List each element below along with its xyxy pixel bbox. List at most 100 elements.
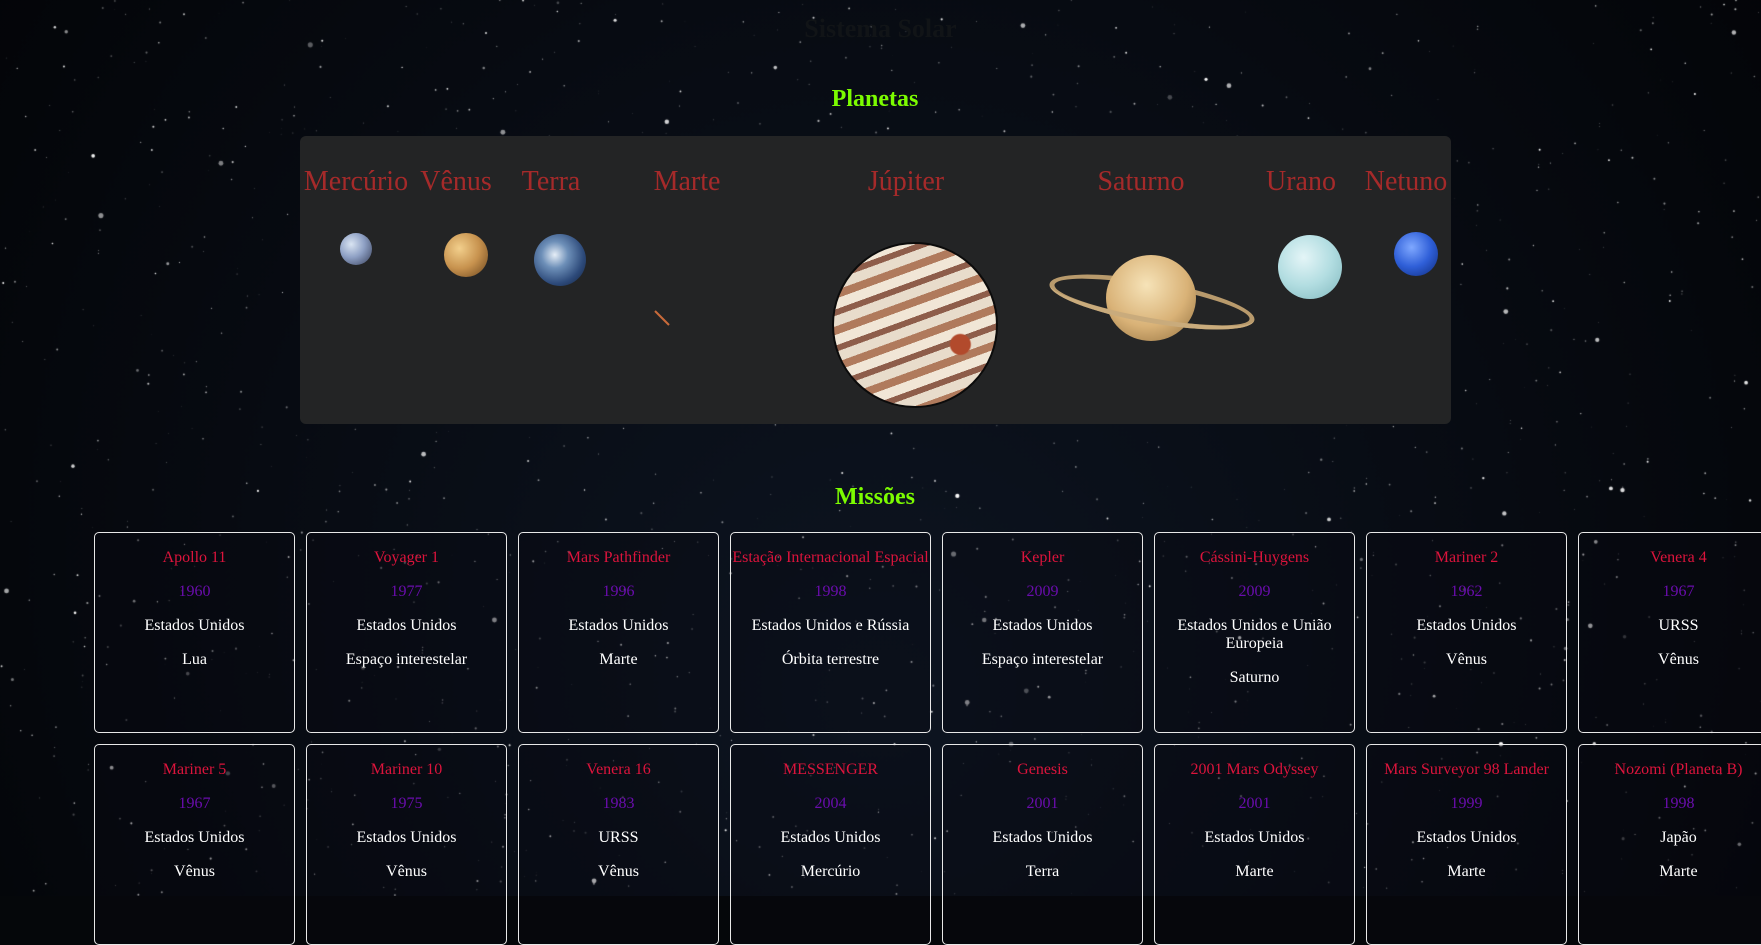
mission-card: Mariner 10 1975 Estados Unidos Vênus	[306, 744, 507, 945]
mission-year: 2004	[814, 795, 847, 812]
mission-year: 1962	[1450, 583, 1483, 600]
mission-card: Venera 16 1983 URSS Vênus	[518, 744, 719, 945]
planet-label-jupiter: Júpiter	[867, 166, 945, 197]
mission-year: 1977	[390, 583, 423, 600]
mission-year: 2001	[1026, 795, 1059, 812]
mission-country: Estados Unidos	[356, 617, 457, 634]
mission-target: Terra	[1025, 863, 1060, 880]
mission-name: Estação Internacional Espacial	[732, 549, 929, 566]
mission-name: Venera 4	[1650, 549, 1707, 566]
mission-year: 1996	[602, 583, 635, 600]
venus-image	[444, 233, 488, 277]
mission-name: 2001 Mars Odyssey	[1190, 761, 1319, 778]
mission-year: 1983	[602, 795, 635, 812]
mission-card: Mariner 5 1967 Estados Unidos Vênus	[94, 744, 295, 945]
missions-section-title: Missões	[835, 484, 915, 510]
mission-country: URSS	[598, 829, 639, 846]
mission-country: Estados Unidos	[144, 617, 245, 634]
mission-card: Nozomi (Planeta B) 1998 Japão Marte	[1578, 744, 1761, 945]
mission-name: Cássini-Huygens	[1199, 549, 1310, 566]
mission-country: Estados Unidos	[144, 829, 245, 846]
mission-name: Nozomi (Planeta B)	[1614, 761, 1743, 778]
mission-year: 1998	[1662, 795, 1695, 812]
mercury-image	[340, 233, 372, 265]
planet-label-venus: Vênus	[420, 166, 492, 197]
mission-year: 2009	[1238, 583, 1271, 600]
mission-year: 1967	[1662, 583, 1695, 600]
planet-label-urano: Urano	[1266, 166, 1336, 197]
page-title: Sistema Solar	[804, 14, 957, 43]
mission-name: Venera 16	[586, 761, 651, 778]
mission-target: Vênus	[598, 863, 639, 880]
mars-image	[654, 310, 670, 326]
mission-country: Estados Unidos	[1204, 829, 1305, 846]
mission-target: Mercúrio	[800, 863, 861, 880]
mission-name: Genesis	[1017, 761, 1068, 778]
mission-name: Voyager 1	[373, 549, 440, 566]
mission-card: Mars Surveyor 98 Lander 1999 Estados Unido…	[1366, 744, 1567, 945]
mission-card: Apollo 11 1960 Estados Unidos Lua	[94, 532, 295, 733]
mission-target: Espaço interestelar	[981, 651, 1104, 668]
mission-name: Kepler	[1020, 549, 1065, 566]
mission-country: Estados Unidos	[780, 829, 881, 846]
mission-card: MESSENGER 2004 Estados Unidos Mercúrio	[730, 744, 931, 945]
mission-country: URSS	[1658, 617, 1699, 634]
uranus-image	[1278, 235, 1342, 299]
mission-country: Estados Unidos	[356, 829, 457, 846]
neptune-image	[1394, 232, 1438, 276]
mission-card: Kepler 2009 Estados Unidos Espaço intereste…	[942, 532, 1143, 733]
mission-target: Saturno	[1229, 669, 1280, 686]
mission-target: Vênus	[1658, 651, 1699, 668]
mission-year: 1967	[178, 795, 211, 812]
mission-card: Genesis 2001 Estados Unidos Terra	[942, 744, 1143, 945]
mission-year: 2009	[1026, 583, 1059, 600]
planet-label-mercurio: Mercúrio	[303, 166, 409, 197]
mission-target: Marte	[599, 651, 638, 668]
mission-year: 1998	[814, 583, 847, 600]
mission-country: Estados Unidos	[568, 617, 669, 634]
mission-country: Estados Unidos	[1416, 829, 1517, 846]
mission-card: Voyager 1 1977 Estados Unidos Espaço intere…	[306, 532, 507, 733]
mission-year: 1975	[390, 795, 423, 812]
mission-name: Mariner 5	[162, 761, 227, 778]
mission-country: Estados Unidos	[992, 617, 1093, 634]
mission-name: MESSENGER	[782, 761, 879, 778]
mission-target: Vênus	[386, 863, 427, 880]
mission-target: Vênus	[1446, 651, 1487, 668]
mission-target: Vênus	[174, 863, 215, 880]
planet-label-terra: Terra	[521, 166, 581, 197]
mission-country: Estados Unidos	[992, 829, 1093, 846]
mission-card: Mariner 2 1962 Estados Unidos Vênus	[1366, 532, 1567, 733]
mission-card: Venera 4 1967 URSS Vênus	[1578, 532, 1761, 733]
mission-target: Marte	[1235, 863, 1274, 880]
mission-country: Japão	[1660, 829, 1697, 846]
mission-name: Mars Pathfinder	[566, 549, 671, 566]
earth-image	[534, 234, 586, 286]
mission-card: 2001 Mars Odyssey 2001 Estados Unidos Marte	[1154, 744, 1355, 945]
mission-year: 1960	[178, 583, 211, 600]
mission-name: Apollo 11	[162, 549, 227, 566]
planet-label-marte: Marte	[653, 166, 721, 197]
mission-name: Mariner 10	[370, 761, 443, 778]
planet-label-saturno: Saturno	[1097, 166, 1185, 197]
mission-country: Estados Unidos e Rússia	[751, 617, 910, 634]
mission-year: 1999	[1450, 795, 1483, 812]
planet-label-netuno: Netuno	[1364, 166, 1448, 197]
mission-target: Marte	[1659, 863, 1698, 880]
saturn-image	[1045, 255, 1259, 341]
planets-section-title: Planetas	[831, 86, 919, 112]
mission-name: Mariner 2	[1434, 549, 1499, 566]
mission-card: Mars Pathfinder 1996 Estados Unidos Marte	[518, 532, 719, 733]
mission-card: Estação Internacional Espacial 1998 Estado…	[730, 532, 931, 733]
jupiter-image	[832, 242, 998, 408]
mission-target: Marte	[1447, 863, 1486, 880]
mission-name: Mars Surveyor 98 Lander	[1384, 761, 1549, 778]
mission-target: Lua	[182, 651, 207, 668]
mission-country: Estados Unidos	[1416, 617, 1517, 634]
mission-year: 2001	[1238, 795, 1271, 812]
planets-panel: Mercúrio Vênus Terra Marte Júpiter Satur…	[300, 136, 1451, 424]
mission-target: Órbita terrestre	[781, 651, 880, 668]
mission-card: Cássini-Huygens 2009 Estados Unidos e Uniã…	[1154, 532, 1355, 733]
mission-country: Estados Unidos e União Europeia	[1177, 617, 1332, 652]
mission-target: Espaço interestelar	[345, 651, 468, 668]
